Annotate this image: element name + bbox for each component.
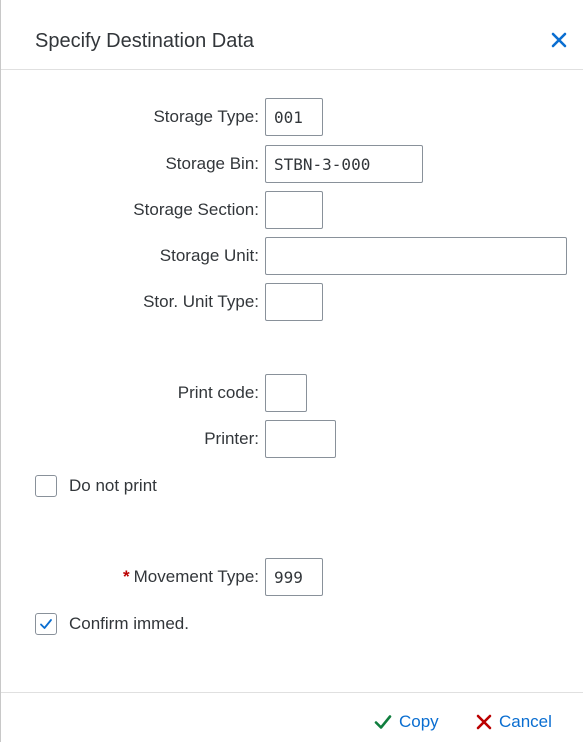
copy-label: Copy	[399, 712, 439, 731]
dialog-footer: Copy Cancel	[1, 692, 583, 742]
storage-bin-row: Storage Bin:	[1, 145, 583, 183]
confirm-immed-checkbox[interactable]	[35, 613, 57, 635]
print-code-label: Print code:	[177, 383, 259, 402]
storage-unit-label: Storage Unit:	[159, 246, 259, 265]
cross-icon	[475, 713, 493, 731]
printer-row: Printer:	[1, 420, 583, 458]
required-marker: *	[123, 567, 130, 586]
storage-bin-input[interactable]	[265, 145, 423, 183]
movement-type-row: * Movement Type:	[1, 558, 583, 596]
dialog-title: Specify Destination Data	[35, 30, 255, 52]
printer-label: Printer:	[204, 429, 259, 448]
storage-type-label: Storage Type:	[153, 107, 259, 126]
specify-destination-dialog: Specify Destination Data Storage Type: S…	[0, 0, 583, 742]
checkmark-icon	[373, 712, 393, 732]
stor-unit-type-input[interactable]	[265, 283, 323, 321]
do-not-print-checkbox[interactable]	[35, 475, 57, 497]
movement-type-label: * Movement Type:	[123, 558, 259, 596]
storage-section-row: Storage Section:	[1, 191, 583, 229]
movement-type-label-text: Movement Type:	[133, 567, 259, 586]
confirm-immed-label: Confirm immed.	[69, 614, 189, 633]
storage-section-input[interactable]	[265, 191, 323, 229]
close-button[interactable]	[547, 28, 571, 52]
storage-unit-row: Storage Unit:	[1, 237, 583, 275]
printer-input[interactable]	[265, 420, 336, 458]
movement-type-input[interactable]	[265, 558, 323, 596]
close-icon	[551, 32, 567, 48]
cancel-label: Cancel	[499, 712, 552, 731]
do-not-print-label: Do not print	[69, 476, 157, 495]
cancel-button[interactable]: Cancel	[475, 709, 552, 735]
dialog-header: Specify Destination Data	[1, 0, 583, 70]
stor-unit-type-row: Stor. Unit Type:	[1, 283, 583, 321]
storage-type-row: Storage Type:	[1, 98, 583, 136]
print-code-row: Print code:	[1, 374, 583, 412]
storage-bin-label: Storage Bin:	[165, 154, 259, 173]
storage-unit-input[interactable]	[265, 237, 567, 275]
copy-button[interactable]: Copy	[373, 709, 439, 735]
do-not-print-row: Do not print	[35, 475, 335, 499]
confirm-immed-row: Confirm immed.	[35, 613, 335, 637]
storage-type-input[interactable]	[265, 98, 323, 136]
storage-section-label: Storage Section:	[133, 200, 259, 219]
print-code-input[interactable]	[265, 374, 307, 412]
check-icon	[40, 619, 52, 629]
stor-unit-type-label: Stor. Unit Type:	[143, 292, 259, 311]
